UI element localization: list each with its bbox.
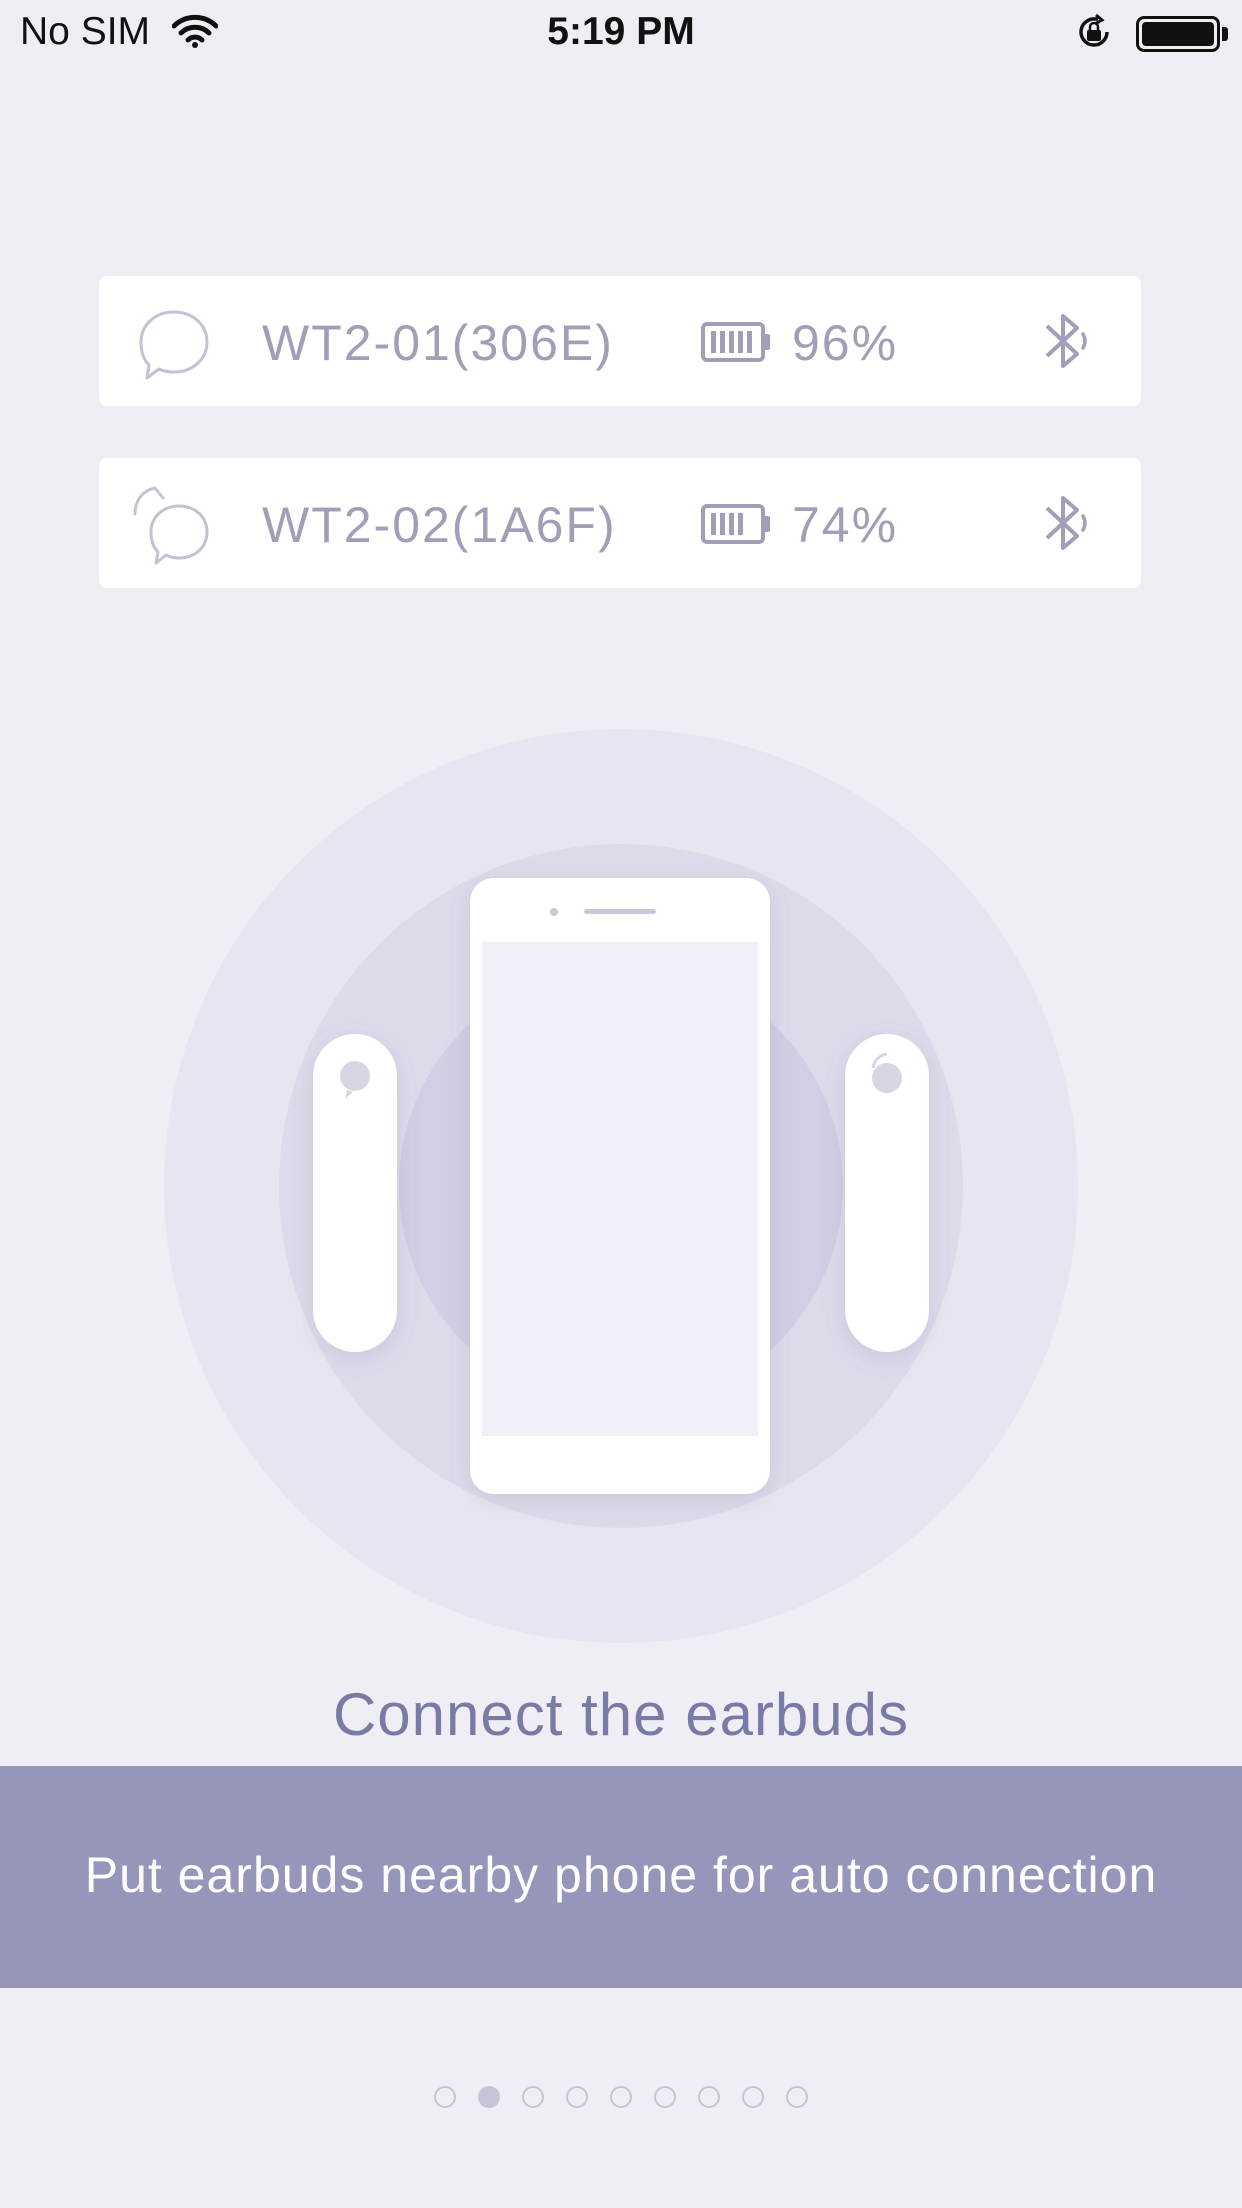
left-earbud: [313, 1034, 397, 1352]
page-dot[interactable]: [610, 2086, 632, 2108]
battery-level-icon: [701, 322, 770, 362]
earbud-bubble-pressed-icon: [133, 486, 209, 565]
page-dot[interactable]: [522, 2086, 544, 2108]
battery-icon: [1136, 16, 1220, 52]
page-dot[interactable]: [478, 2086, 500, 2108]
phone-earbuds-illustration: [164, 729, 1078, 1643]
page-dot[interactable]: [742, 2086, 764, 2108]
rotation-lock-icon: [1079, 13, 1109, 47]
page-title: Connect the earbuds: [332, 1681, 910, 1748]
bluetooth-connected-icon: [1045, 496, 1087, 550]
hint-text: Put earbuds nearby phone for auto connec…: [84, 1847, 1158, 1903]
phone: [470, 878, 770, 1494]
page-indicator: [0, 2086, 1242, 2116]
device-card-wt2-02[interactable]: WT2-02(1A6F) 74%: [99, 458, 1141, 588]
battery-percent: 96%: [792, 315, 899, 371]
status-time: 5:19 PM: [547, 10, 695, 53]
page-dot[interactable]: [566, 2086, 588, 2108]
earbud-bubble-icon: [139, 310, 209, 380]
battery-percent: 74%: [792, 497, 899, 553]
device-card-wt2-01[interactable]: WT2-01(306E) 96%: [99, 276, 1141, 406]
battery-level-icon: [701, 504, 770, 544]
page-dot[interactable]: [654, 2086, 676, 2108]
device-name: WT2-01(306E): [262, 315, 614, 371]
right-earbud: [845, 1034, 929, 1352]
page-dot[interactable]: [786, 2086, 808, 2108]
page-dot[interactable]: [434, 2086, 456, 2108]
hint-banner: Put earbuds nearby phone for auto connec…: [0, 1766, 1242, 1988]
status-bar: No SIM 5:19 PM: [0, 0, 1242, 68]
battery-tip: [1222, 27, 1228, 41]
page-dot[interactable]: [698, 2086, 720, 2108]
bluetooth-connected-icon: [1045, 314, 1087, 368]
device-name: WT2-02(1A6F): [262, 497, 617, 553]
